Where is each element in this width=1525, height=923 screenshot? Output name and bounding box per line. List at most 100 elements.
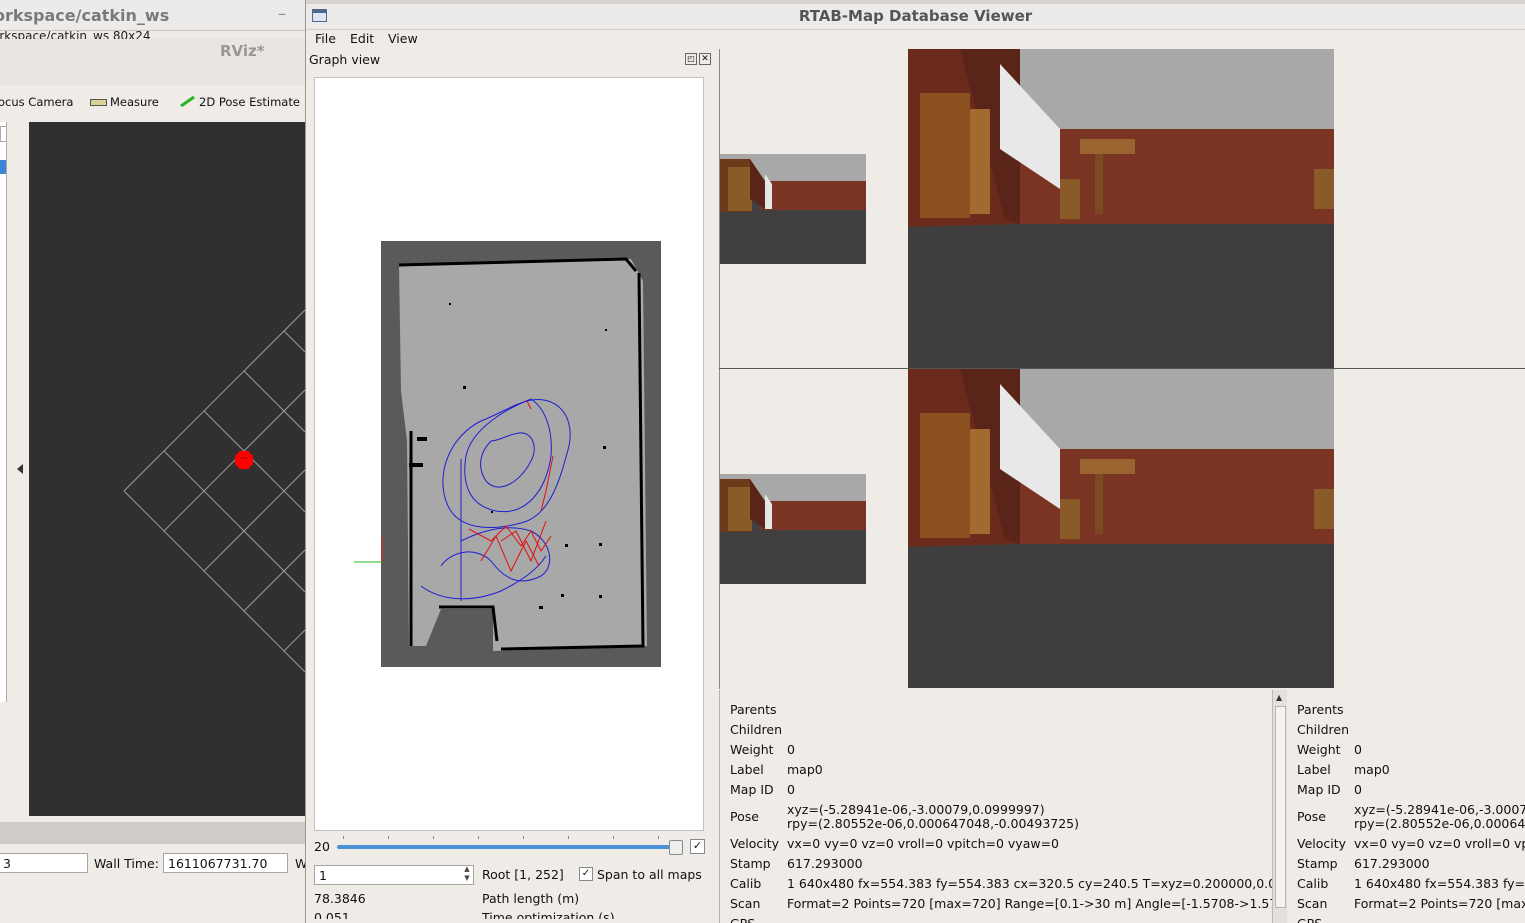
node-info-left: Parents Children Weight 0 Label map0 Map… bbox=[719, 690, 1273, 923]
info-value: 0 bbox=[787, 782, 795, 797]
info-key: Velocity bbox=[730, 836, 780, 851]
menubar: File Edit View bbox=[306, 30, 1525, 50]
info-value: 617.293000 bbox=[1354, 856, 1430, 871]
info-key: Stamp bbox=[730, 856, 771, 871]
rviz-3d-view[interactable] bbox=[29, 122, 305, 816]
map-id-spinbox[interactable]: 1 bbox=[314, 865, 474, 885]
measure-tool[interactable]: Measure bbox=[90, 95, 159, 109]
info-value: map0 bbox=[787, 762, 823, 777]
slider-value: 20 bbox=[314, 839, 330, 854]
menu-file[interactable]: File bbox=[315, 31, 336, 46]
slider-tick bbox=[433, 836, 434, 839]
slider-checkbox[interactable]: ✓ bbox=[690, 839, 705, 854]
focus-camera-tool[interactable]: ocus Camera bbox=[0, 95, 73, 109]
rviz-time-header bbox=[0, 822, 305, 844]
ros-time-field[interactable]: 3 bbox=[0, 853, 88, 873]
scroll-up-icon[interactable]: ▲ bbox=[1276, 693, 1282, 702]
pose-estimate-tool[interactable]: 2D Pose Estimate bbox=[180, 95, 300, 110]
slider-tick bbox=[523, 836, 524, 839]
rtab-titlebar: RTAB-Map Database Viewer bbox=[306, 4, 1525, 30]
measure-label: Measure bbox=[110, 95, 159, 109]
info-value: 1 640x480 fx=554.383 fy=554.383 cx=320.5… bbox=[787, 876, 1273, 891]
map-free bbox=[399, 259, 647, 651]
spinbox-arrows-icon[interactable]: ▲ ▼ bbox=[460, 865, 474, 885]
info-key: Parents bbox=[1297, 702, 1344, 717]
displays-panel-edge bbox=[0, 122, 28, 816]
info-key: Children bbox=[730, 722, 783, 737]
terminal-subtitle-strip: orkspace/catkin_ws 80x24 bbox=[0, 31, 305, 39]
info-key: Scan bbox=[730, 896, 761, 911]
graph-view-title: Graph view bbox=[309, 52, 381, 67]
info-scrollbar[interactable]: ▲ bbox=[1272, 690, 1287, 923]
ground-grid bbox=[123, 309, 305, 673]
image-divider bbox=[719, 368, 1525, 369]
scroll-thumb[interactable] bbox=[1275, 706, 1286, 908]
close-icon[interactable]: ✕ bbox=[699, 53, 711, 65]
info-value: rpy=(2.80552e-06,0.000647048,-0.00493725… bbox=[787, 816, 1080, 831]
info-value: 1 640x480 fx=554.383 fy=5 bbox=[1354, 876, 1525, 891]
image-view-a[interactable] bbox=[720, 49, 1525, 368]
info-key: Weight bbox=[1297, 742, 1341, 757]
terminal-subtitle: orkspace/catkin_ws 80x24 bbox=[0, 31, 151, 39]
info-value: vx=0 vy=0 vz=0 vroll=0 vpitch=0 vyaw=0 bbox=[787, 836, 1060, 851]
info-key: Label bbox=[730, 762, 764, 777]
occupancy-map bbox=[381, 241, 661, 667]
graph-slider-handle[interactable] bbox=[669, 840, 683, 855]
slider-tick bbox=[613, 836, 614, 839]
robot-marker bbox=[235, 451, 253, 469]
info-key: Label bbox=[1297, 762, 1331, 777]
ruler-icon bbox=[90, 99, 107, 106]
info-key: Weight bbox=[730, 742, 774, 757]
wall-time-label: Wall Time: bbox=[94, 856, 159, 871]
info-value: xyz=(-5.28941e-06,-3.00079 bbox=[1354, 802, 1525, 817]
info-value: map0 bbox=[1354, 762, 1390, 777]
rviz-time-panel: 3 Wall Time: 1611067731.70 W bbox=[0, 846, 305, 923]
info-key: Parents bbox=[730, 702, 777, 717]
root-label: Root [1, 252] bbox=[482, 867, 564, 882]
window-title: RTAB-Map Database Viewer bbox=[798, 7, 1033, 25]
menu-view[interactable]: View bbox=[388, 31, 418, 46]
image-view-b[interactable] bbox=[720, 369, 1525, 688]
grid-svg bbox=[123, 309, 305, 673]
span-all-maps-label: Span to all maps bbox=[597, 867, 702, 882]
info-value: 0 bbox=[1354, 782, 1362, 797]
rviz-toolbar: ocus Camera Measure 2D Pose Estimate bbox=[0, 86, 305, 120]
info-key: Map ID bbox=[1297, 782, 1341, 797]
path-length-value: 78.3846 bbox=[314, 891, 366, 906]
graph-slider-track[interactable] bbox=[337, 845, 677, 849]
info-value: rpy=(2.80552e-06,0.000647 bbox=[1354, 816, 1525, 831]
rgb-image-b bbox=[908, 369, 1334, 688]
slider-tick bbox=[478, 836, 479, 839]
info-key: Stamp bbox=[1297, 856, 1338, 871]
displays-list-edge bbox=[0, 122, 7, 702]
info-key: Scan bbox=[1297, 896, 1328, 911]
selected-display-row[interactable] bbox=[0, 160, 6, 174]
info-value: 0 bbox=[1354, 742, 1362, 757]
rtabmap-window: RTAB-Map Database Viewer File Edit View … bbox=[306, 4, 1525, 923]
triangle-left-icon[interactable] bbox=[16, 462, 24, 477]
green-arrow-icon bbox=[180, 95, 196, 110]
origin-axes bbox=[354, 537, 383, 563]
wall-elapsed-label: W bbox=[295, 856, 305, 871]
slider-tick bbox=[388, 836, 389, 839]
float-icon[interactable]: ◰ bbox=[685, 53, 697, 65]
camera-image-a bbox=[720, 49, 1334, 368]
wall-time-field[interactable]: 1611067731.70 bbox=[163, 853, 288, 873]
terminal-titlebar: orkspace/catkin_ws – bbox=[0, 0, 305, 31]
depth-thumbnail-b bbox=[720, 474, 866, 584]
span-all-maps-checkbox[interactable]: ✓ bbox=[579, 867, 593, 881]
info-key: Velocity bbox=[1297, 836, 1347, 851]
path-length-label: Path length (m) bbox=[482, 891, 580, 906]
panel-control[interactable] bbox=[0, 126, 7, 142]
rgb-image bbox=[908, 49, 1334, 368]
info-key: Pose bbox=[730, 809, 759, 824]
time-optimization-value: 0.051 bbox=[314, 910, 350, 919]
image-views bbox=[719, 49, 1525, 689]
slider-tick bbox=[343, 836, 344, 839]
node-info-right: Parents Children Weight 0 Label map0 Map… bbox=[1287, 690, 1525, 923]
menu-edit[interactable]: Edit bbox=[350, 31, 374, 46]
info-key: Calib bbox=[730, 876, 762, 891]
minimize-button[interactable]: – bbox=[278, 4, 286, 23]
info-key: Children bbox=[1297, 722, 1350, 737]
rviz-window: orkspace/catkin_ws – orkspace/catkin_ws … bbox=[0, 0, 306, 923]
